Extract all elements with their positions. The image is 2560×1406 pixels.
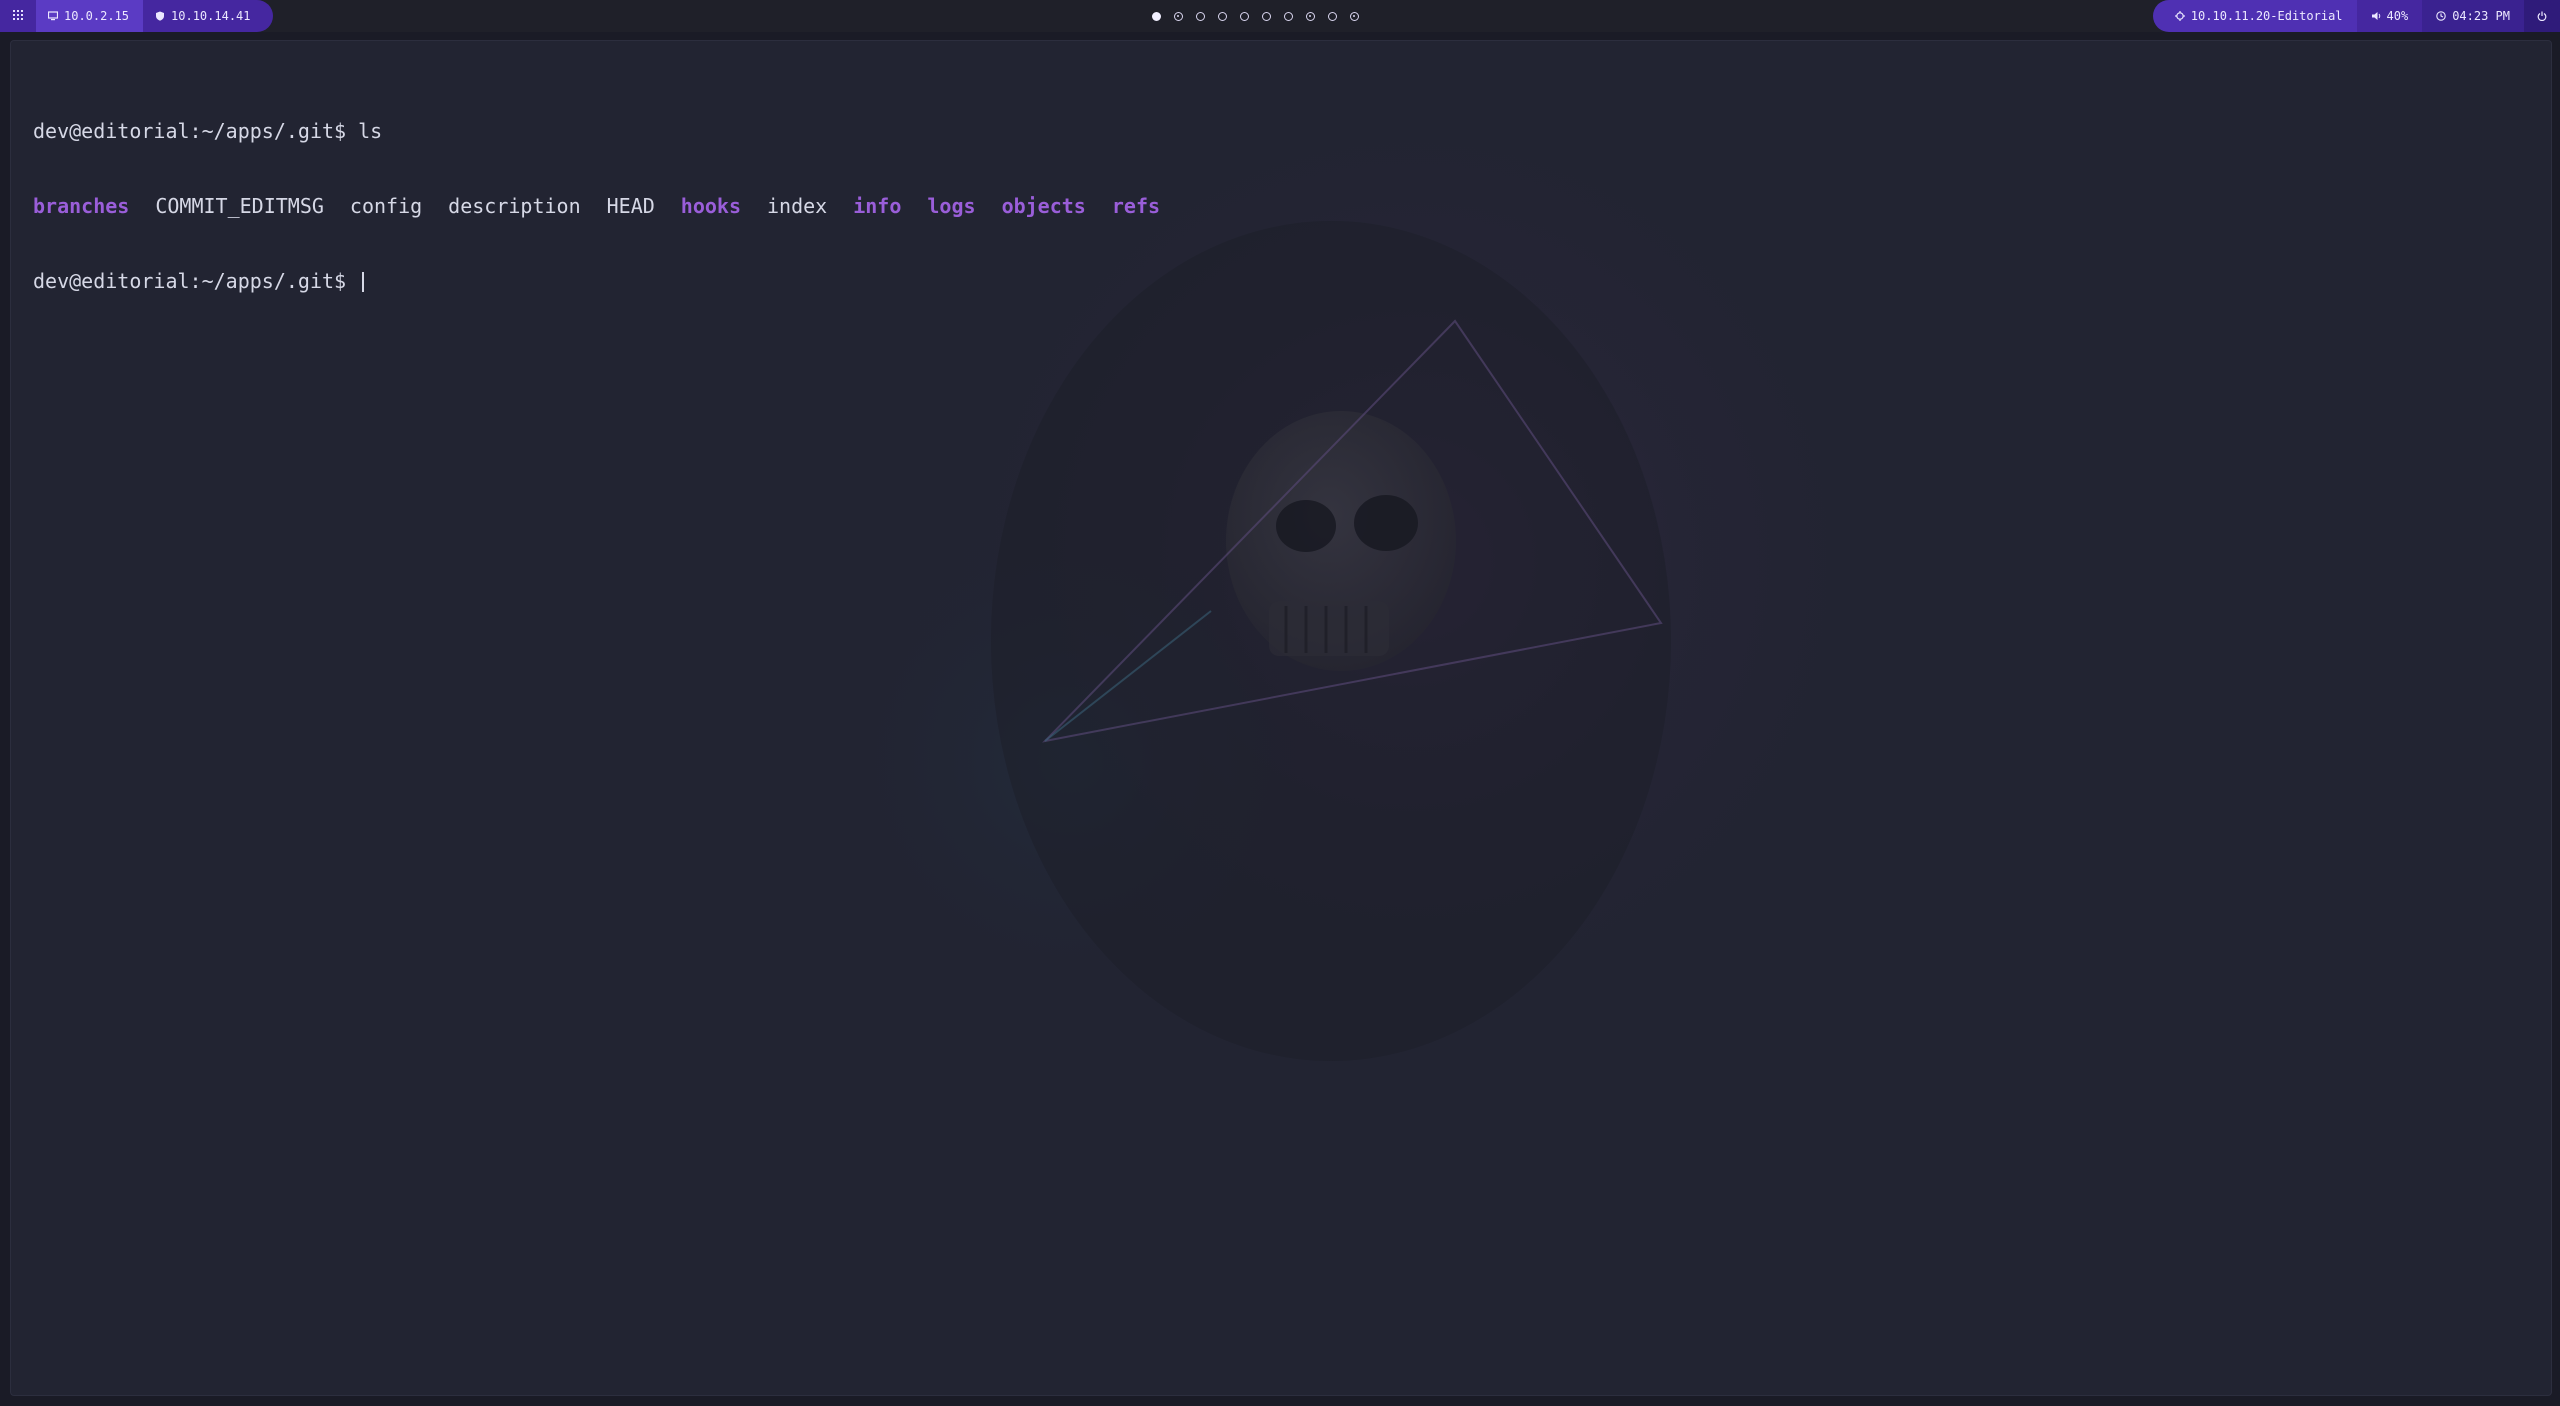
bar-right-section: 10.10.11.20-Editorial 40% 04:23 PM bbox=[2152, 0, 2560, 32]
workspace-10-button[interactable] bbox=[1350, 11, 1359, 21]
top-bar: 10.0.2.15 10.10.14.41 10.10.11.20-Editor… bbox=[0, 0, 2560, 32]
workspace-1-button[interactable] bbox=[1152, 11, 1161, 21]
volume-widget[interactable]: 40% bbox=[2356, 0, 2423, 32]
terminal-window[interactable]: dev@editorial:~/apps/.git$ ls branches CO… bbox=[10, 40, 2552, 1396]
power-icon bbox=[2537, 11, 2547, 22]
ls-directory-entry: logs bbox=[927, 194, 976, 218]
ls-file-entry: COMMIT_EDITMSG bbox=[155, 194, 324, 218]
crosshair-icon bbox=[2174, 11, 2185, 21]
ls-directory-entry: info bbox=[853, 194, 902, 218]
workspace-9-button[interactable] bbox=[1328, 11, 1337, 21]
clock-text: 04:23 PM bbox=[2452, 9, 2510, 23]
workspace-8-button[interactable] bbox=[1306, 11, 1315, 21]
ls-file-entry: index bbox=[767, 194, 828, 218]
command-line-1: dev@editorial:~/apps/.git$ ls bbox=[33, 119, 1186, 144]
power-button[interactable] bbox=[2524, 0, 2560, 32]
prompt-command: dev@editorial:~/apps/.git$ ls bbox=[33, 119, 383, 143]
ls-directory-entry: branches bbox=[33, 194, 130, 218]
workspace-3-button[interactable] bbox=[1196, 11, 1205, 21]
workspace-4-button[interactable] bbox=[1218, 11, 1227, 21]
prompt: dev@editorial:~/apps/.git$ bbox=[33, 269, 359, 293]
monitor-icon bbox=[47, 11, 59, 21]
workspace-5-button[interactable] bbox=[1240, 11, 1249, 21]
workspace-6-button[interactable] bbox=[1262, 11, 1271, 21]
ls-directory-entry: objects bbox=[1001, 194, 1086, 218]
speaker-icon bbox=[2371, 11, 2381, 21]
terminal-output: dev@editorial:~/apps/.git$ ls branches CO… bbox=[33, 69, 1186, 344]
text-cursor bbox=[362, 271, 365, 292]
ls-directory-entry: refs bbox=[1111, 194, 1161, 218]
command-line-2[interactable]: dev@editorial:~/apps/.git$ bbox=[33, 269, 1186, 294]
grid-icon bbox=[13, 9, 23, 23]
app-menu-button[interactable] bbox=[0, 0, 36, 32]
target-widget[interactable]: 10.10.11.20-Editorial bbox=[2152, 0, 2357, 32]
ls-directory-entry: hooks bbox=[680, 194, 741, 218]
bar-left-section: 10.0.2.15 10.10.14.41 bbox=[0, 0, 273, 32]
target-text: 10.10.11.20-Editorial bbox=[2190, 9, 2343, 23]
ls-file-entry: description bbox=[448, 194, 581, 218]
ls-file-entry: HEAD bbox=[606, 194, 655, 218]
host-ip-widget[interactable]: 10.0.2.15 bbox=[36, 0, 144, 32]
host-ip-text: 10.0.2.15 bbox=[64, 9, 130, 23]
volume-text: 40% bbox=[2386, 9, 2409, 23]
ls-output-line: branches COMMIT_EDITMSG config description H… bbox=[33, 194, 1186, 219]
clock-icon bbox=[2436, 11, 2446, 21]
workspace-7-button[interactable] bbox=[1284, 11, 1293, 21]
clock-widget[interactable]: 04:23 PM bbox=[2422, 0, 2524, 32]
vpn-ip-text: 10.10.14.41 bbox=[171, 9, 251, 23]
workspace-2-button[interactable] bbox=[1174, 11, 1183, 21]
vpn-ip-widget[interactable]: 10.10.14.41 bbox=[143, 0, 273, 32]
shield-icon bbox=[155, 11, 165, 21]
workspace-switcher bbox=[1152, 0, 1359, 32]
ls-file-entry: config bbox=[349, 194, 423, 218]
